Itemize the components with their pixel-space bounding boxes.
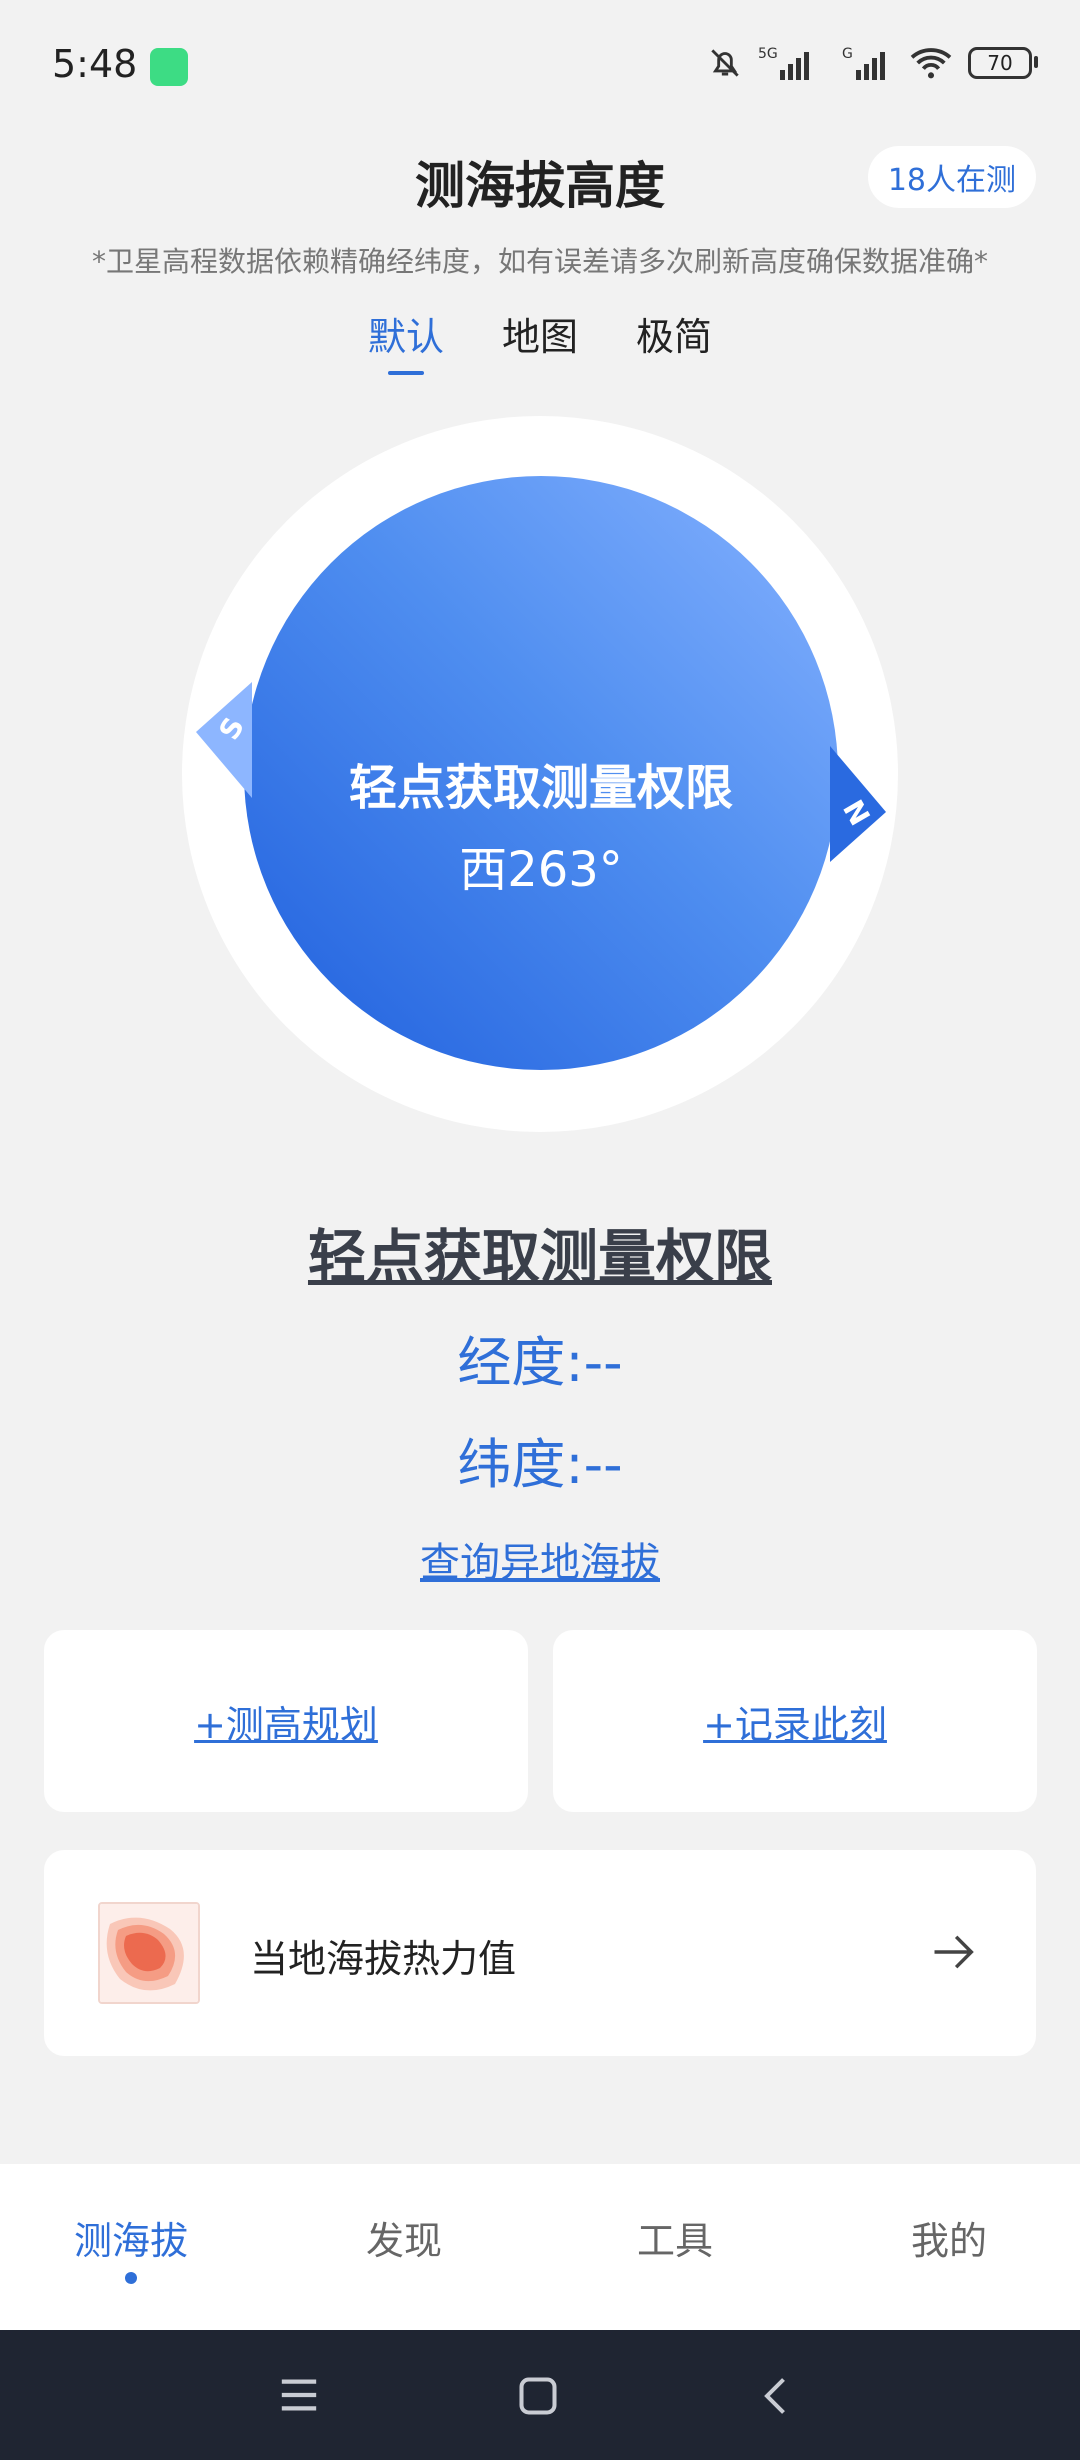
heat-map-thumbnail bbox=[98, 1902, 200, 2004]
height-plan-label: +测高规划 bbox=[194, 1702, 378, 1747]
nav-item-discover[interactable]: 发现 bbox=[304, 2210, 504, 2265]
android-icon bbox=[150, 48, 188, 86]
menu-icon[interactable] bbox=[276, 2374, 322, 2416]
system-nav-bar bbox=[0, 2330, 1080, 2460]
heat-map-card[interactable]: 当地海拔热力值 bbox=[44, 1850, 1036, 2056]
record-moment-label: +记录此刻 bbox=[703, 1702, 887, 1747]
status-indicators: 5G G 70 bbox=[706, 44, 1038, 82]
battery-level: 70 bbox=[987, 51, 1013, 75]
mode-tabs: 默认 地图 极简 bbox=[0, 306, 1080, 375]
compass-heading: 西263° bbox=[459, 842, 623, 898]
latitude-value: 纬度:-- bbox=[457, 1433, 623, 1496]
wifi-icon bbox=[910, 48, 952, 79]
tab-default[interactable]: 默认 bbox=[368, 306, 444, 375]
nav-item-mine[interactable]: 我的 bbox=[849, 2210, 1049, 2265]
tab-map[interactable]: 地图 bbox=[502, 306, 578, 375]
tab-simple[interactable]: 极简 bbox=[636, 306, 712, 375]
arrow-right-icon bbox=[934, 1935, 974, 1969]
home-icon[interactable] bbox=[516, 2374, 560, 2418]
signal-icon: 5G bbox=[758, 46, 809, 80]
battery-icon: 70 bbox=[968, 47, 1038, 79]
network-label: 5G bbox=[758, 46, 778, 62]
nav-item-tools[interactable]: 工具 bbox=[575, 2210, 775, 2265]
accuracy-notice: *卫星高程数据依赖精确经纬度，如有误差请多次刷新高度确保数据准确* bbox=[91, 245, 988, 278]
longitude-value: 经度:-- bbox=[457, 1331, 623, 1394]
heat-map-label: 当地海拔热力值 bbox=[250, 1937, 517, 1981]
status-time: 5:48 bbox=[52, 42, 138, 86]
compass-prompt: 轻点获取测量权限 bbox=[348, 760, 733, 816]
query-other-location-link[interactable]: 查询异地海拔 bbox=[0, 1530, 1080, 1588]
active-indicator-dot bbox=[125, 2272, 137, 2284]
record-moment-button[interactable]: +记录此刻 bbox=[553, 1630, 1037, 1812]
svg-text:G: G bbox=[842, 46, 853, 62]
signal-icon: G bbox=[842, 46, 885, 80]
permission-link[interactable]: 轻点获取测量权限 bbox=[0, 1210, 1080, 1294]
nav-item-altitude[interactable]: 测海拔 bbox=[31, 2210, 231, 2265]
bottom-nav: 测海拔 发现 工具 我的 bbox=[0, 2164, 1080, 2330]
bell-muted-icon bbox=[711, 49, 739, 77]
compass-readout[interactable]: 轻点获取测量权限 西263° bbox=[244, 748, 838, 900]
people-testing-badge[interactable]: 18人在测 bbox=[867, 146, 1036, 208]
back-icon[interactable] bbox=[756, 2374, 800, 2418]
height-plan-button[interactable]: +测高规划 bbox=[44, 1630, 528, 1812]
